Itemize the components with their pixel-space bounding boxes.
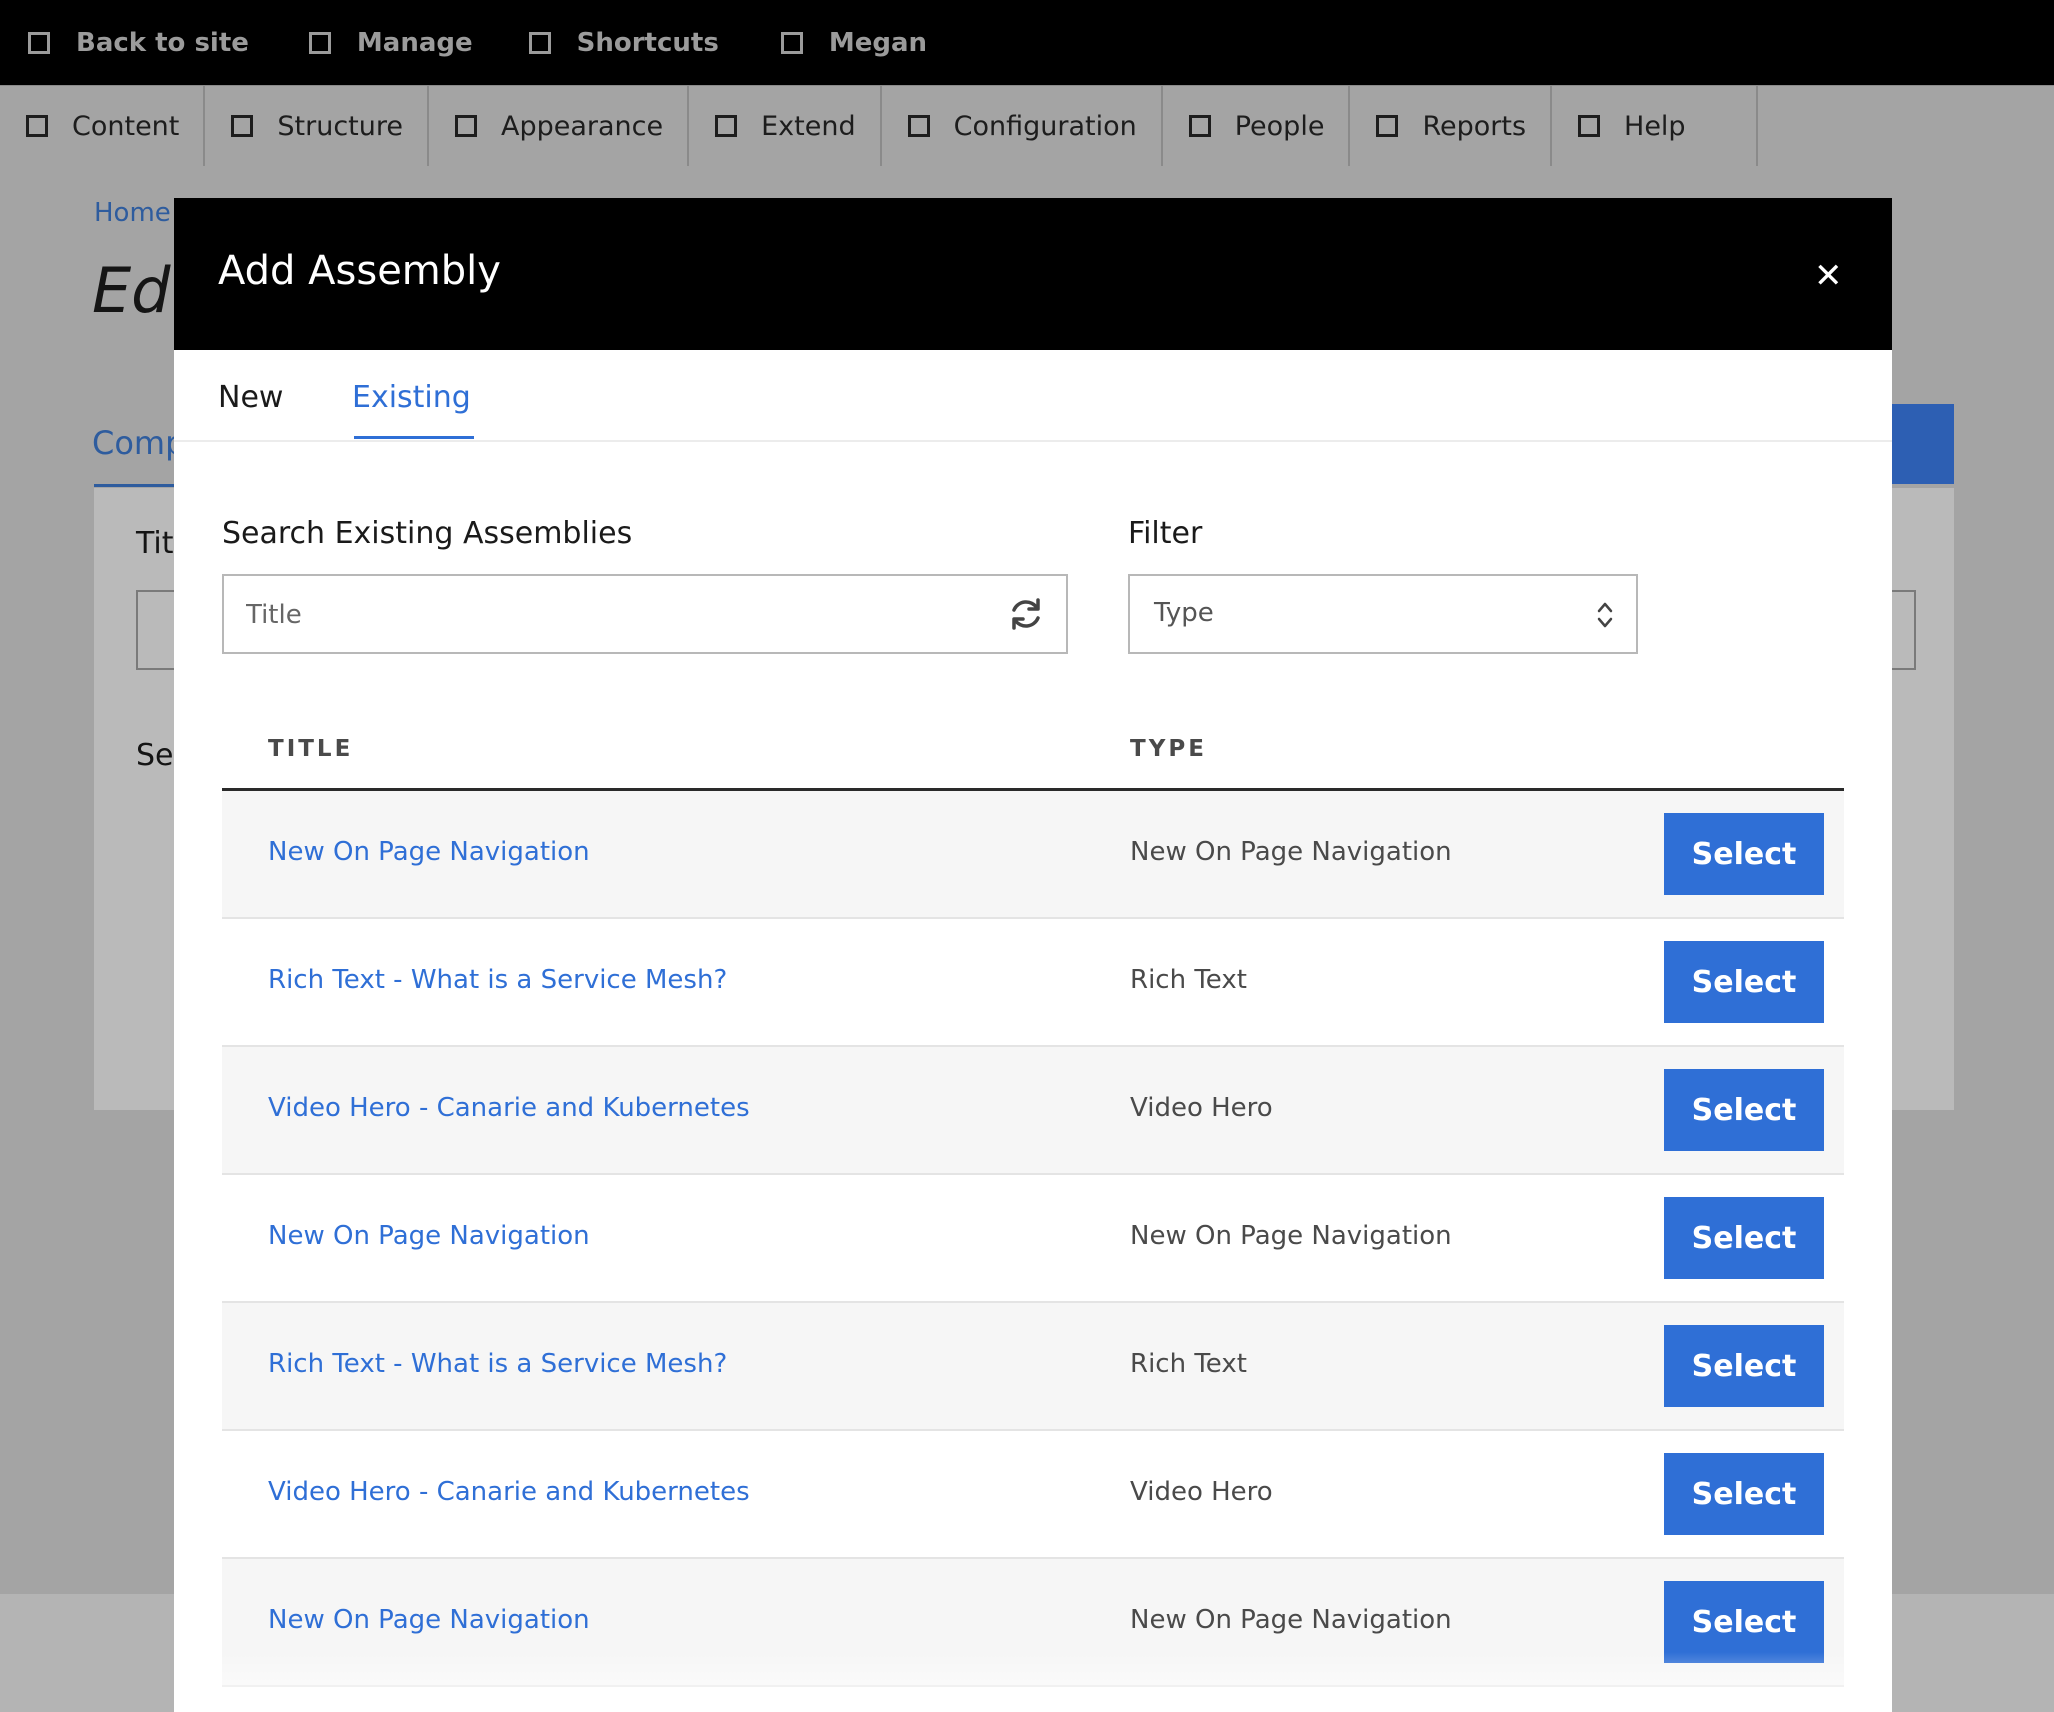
tray-item-label: Extend: [761, 110, 856, 142]
tray-item-label: Configuration: [953, 110, 1137, 142]
assembly-title-link[interactable]: Video Hero - Canarie and Kubernetes: [268, 1093, 750, 1123]
tray-item-label: Structure: [277, 110, 403, 142]
toolbar-item-label: Megan: [828, 27, 928, 58]
select-button[interactable]: Select: [1664, 1325, 1824, 1407]
checkbox-icon: [1376, 115, 1399, 137]
type-filter-select[interactable]: Type: [1128, 574, 1638, 654]
background-section-label: Se: [136, 738, 174, 773]
checkbox-icon: [907, 115, 930, 137]
tray-item-content[interactable]: Content: [0, 86, 206, 166]
background-field-label: Tit: [136, 526, 174, 561]
admin-toolbar: Back to site Manage Shortcuts Megan: [0, 0, 2054, 85]
toolbar-manage[interactable]: Manage: [308, 0, 473, 85]
close-icon[interactable]: ✕: [1814, 256, 1843, 296]
chevron-updown-icon: [1597, 602, 1613, 628]
tray-item-help[interactable]: Help: [1552, 86, 1758, 166]
table-row: Video Hero - Canarie and Kubernetes Vide…: [222, 1047, 1844, 1175]
tab-existing[interactable]: Existing: [352, 380, 471, 415]
assembly-title-link[interactable]: New On Page Navigation: [268, 837, 590, 867]
filter-selected-value: Type: [1154, 598, 1214, 628]
filter-label: Filter: [1128, 516, 1203, 551]
checkbox-icon: [28, 31, 50, 54]
assemblies-table: New On Page Navigation New On Page Navig…: [222, 791, 1844, 1687]
table-row: New On Page Navigation New On Page Navig…: [222, 1175, 1844, 1303]
dialog-title: Add Assembly: [218, 248, 501, 294]
checkbox-icon: [308, 31, 331, 54]
tray-item-appearance[interactable]: Appearance: [429, 86, 690, 166]
dialog-header: Add Assembly ✕: [174, 198, 1892, 350]
select-button[interactable]: Select: [1664, 1581, 1824, 1663]
tab-new[interactable]: New: [218, 380, 283, 415]
checkbox-icon: [26, 115, 48, 137]
assembly-title-link[interactable]: New On Page Navigation: [268, 1605, 590, 1635]
table-row: Video Hero - Canarie and Kubernetes Vide…: [222, 1431, 1844, 1559]
assembly-type: Video Hero: [1130, 1477, 1273, 1507]
manage-tray: Content Structure Appearance Extend Conf…: [0, 85, 2054, 167]
assembly-type: New On Page Navigation: [1130, 1221, 1452, 1251]
toolbar-user-megan[interactable]: Megan: [780, 0, 928, 85]
assembly-type: Video Hero: [1130, 1093, 1273, 1123]
assembly-title-link[interactable]: Rich Text - What is a Service Mesh?: [268, 1349, 727, 1379]
add-assembly-dialog: Add Assembly ✕ New Existing Search Exist…: [174, 198, 1892, 1712]
toolbar-shortcuts[interactable]: Shortcuts: [528, 0, 719, 85]
table-row: Rich Text - What is a Service Mesh? Rich…: [222, 1303, 1844, 1431]
toolbar-item-label: Back to site: [76, 27, 249, 58]
checkbox-icon: [780, 31, 803, 54]
toolbar-item-label: Shortcuts: [576, 27, 719, 58]
breadcrumb: Home: [94, 198, 171, 228]
refresh-icon[interactable]: [1006, 594, 1046, 634]
column-header-type: TYPE: [1130, 736, 1207, 762]
checkbox-icon: [231, 115, 254, 137]
checkbox-icon: [455, 115, 477, 137]
select-button[interactable]: Select: [1664, 813, 1824, 895]
assembly-type: Rich Text: [1130, 1349, 1247, 1379]
tray-item-reports[interactable]: Reports: [1350, 86, 1553, 166]
active-tab-indicator: [354, 436, 474, 439]
checkbox-icon: [1578, 115, 1601, 137]
tray-item-label: Reports: [1422, 110, 1527, 142]
tray-item-label: People: [1234, 110, 1325, 142]
checkbox-icon: [528, 31, 551, 54]
table-row: Rich Text - What is a Service Mesh? Rich…: [222, 919, 1844, 1047]
assembly-title-link[interactable]: Video Hero - Canarie and Kubernetes: [268, 1477, 750, 1507]
assembly-title-link[interactable]: Rich Text - What is a Service Mesh?: [268, 965, 727, 995]
assembly-type: Rich Text: [1130, 965, 1247, 995]
dialog-tabs: New Existing: [174, 350, 1892, 442]
select-button[interactable]: Select: [1664, 1197, 1824, 1279]
assembly-title-link[interactable]: New On Page Navigation: [268, 1221, 590, 1251]
page-title: Ed: [92, 254, 171, 327]
tray-item-structure[interactable]: Structure: [205, 86, 429, 166]
assembly-type: New On Page Navigation: [1130, 1605, 1452, 1635]
background-tab: Comp: [92, 424, 186, 462]
tray-item-configuration[interactable]: Configuration: [882, 86, 1163, 166]
checkbox-icon: [1188, 115, 1211, 137]
tray-item-label: Help: [1624, 110, 1686, 142]
tray-item-people[interactable]: People: [1163, 86, 1351, 166]
select-button[interactable]: Select: [1664, 941, 1824, 1023]
tray-item-extend[interactable]: Extend: [689, 86, 882, 166]
tray-item-label: Appearance: [501, 110, 664, 142]
checkbox-icon: [715, 115, 738, 137]
tray-item-label: Content: [72, 110, 180, 142]
scroll-fade: [174, 1652, 1892, 1712]
search-label: Search Existing Assemblies: [222, 516, 633, 551]
toolbar-back-to-site[interactable]: Back to site: [28, 0, 249, 85]
assembly-type: New On Page Navigation: [1130, 837, 1452, 867]
column-header-title: TITLE: [268, 736, 354, 762]
select-button[interactable]: Select: [1664, 1453, 1824, 1535]
search-field: [222, 574, 1068, 654]
table-row: New On Page Navigation New On Page Navig…: [222, 791, 1844, 919]
select-button[interactable]: Select: [1664, 1069, 1824, 1151]
toolbar-item-label: Manage: [356, 27, 473, 58]
search-input[interactable]: [244, 594, 988, 636]
